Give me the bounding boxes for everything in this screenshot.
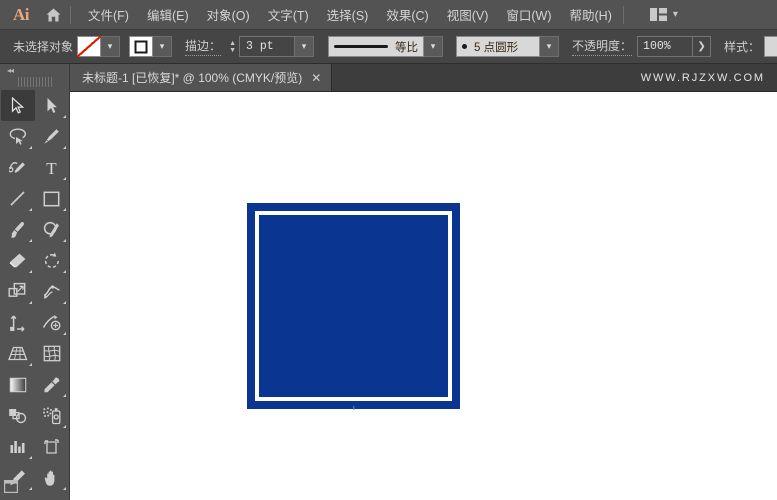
svg-text:T: T [46,159,57,176]
brush-definition-label: 5 点圆形 [474,41,519,54]
document-tab-title: 未标题-1 [已恢复]* @ 100% (CMYK/预览) [82,71,303,85]
graphic-style-swatch[interactable] [764,36,777,57]
opacity-label[interactable]: 不透明度： [572,37,633,56]
stroke-profile-combo[interactable]: 等比 [328,36,425,57]
selection-tool-icon[interactable] [0,90,35,121]
line-segment-tool-icon[interactable] [1,183,35,214]
tools-panel-header: ◂◂ [0,64,69,76]
brush-definition-control[interactable]: 5 点圆形 ▾ [456,36,560,57]
menu-edit[interactable]: 编辑(E) [138,1,198,28]
stroke-profile-control[interactable]: 等比 ▾ [328,36,444,57]
perspective-grid-tool-icon[interactable] [1,338,35,369]
stroke-weight-chevron-icon[interactable]: ▾ [295,36,315,57]
close-icon[interactable]: ✕ [311,71,321,85]
brush-definition-combo[interactable]: 5 点圆形 [456,36,541,57]
document-tab[interactable]: 未标题-1 [已恢复]* @ 100% (CMYK/预览) ✕ [70,64,333,91]
stroke-swatch[interactable] [129,36,154,57]
arrange-documents-icon [649,8,667,21]
type-tool-icon[interactable]: T [35,152,69,183]
opacity-control[interactable]: 100% ❯ [637,36,712,57]
direct-selection-tool-icon[interactable] [35,90,69,121]
opacity-input[interactable]: 100% [637,36,694,57]
column-graph-tool-icon[interactable] [1,431,35,462]
stroke-color-control[interactable]: ▾ [129,36,173,57]
artwork-square[interactable] [247,203,460,410]
stroke-weight-control[interactable]: ▲ ▼ 3 pt ▾ [226,36,315,58]
menu-select[interactable]: 选择(S) [318,1,378,28]
document-tab-bar: 未标题-1 [已恢复]* @ 100% (CMYK/预览) ✕ WWW.RJZX… [0,64,777,92]
fill-dropdown-chevron-icon[interactable]: ▾ [101,36,121,57]
stroke-weight-label[interactable]: 描边： [185,37,222,56]
opacity-popup-arrow-icon[interactable]: ❯ [693,36,712,57]
hand-tool-icon[interactable] [35,462,69,493]
zoom-tool-icon[interactable] [1,493,35,500]
graphic-style-control[interactable]: ▾ [764,36,777,57]
rectangle-tool-icon[interactable] [35,183,69,214]
artwork-inner-white-border [255,211,452,401]
scale-tool-icon[interactable] [1,276,35,307]
tool-grid: T [0,90,69,500]
symbol-sprayer-tool-icon[interactable] [35,400,69,431]
arrange-documents-control[interactable]: ▾ [649,8,678,21]
home-icon[interactable] [38,7,68,23]
paintbrush-tool-icon[interactable] [1,214,35,245]
style-label: 样式： [724,40,761,54]
tool-grid-empty-slot [35,493,69,500]
collapse-panel-icon[interactable]: ◂◂ [7,66,14,75]
stroke-weight-input[interactable]: 3 pt [239,36,296,57]
selection-status-label: 未选择对象 [13,40,74,54]
stroke-profile-label: 等比 [395,41,419,54]
menu-help[interactable]: 帮助(H) [561,1,621,28]
chevron-down-icon: ▾ [672,9,678,20]
menu-window[interactable]: 窗口(W) [497,1,560,28]
mesh-tool-icon[interactable] [35,338,69,369]
artwork-anchor-point [352,406,355,410]
menu-effect[interactable]: 效果(C) [377,1,437,28]
rotate-tool-icon[interactable] [35,245,69,276]
menu-file[interactable]: 文件(F) [79,1,138,28]
tools-panel-grip[interactable] [17,77,52,87]
canvas-area[interactable] [70,92,777,500]
menu-divider-right [622,5,624,24]
lasso-tool-icon[interactable] [1,121,35,152]
menu-view[interactable]: 视图(V) [438,1,498,28]
eyedropper-tool-icon[interactable] [35,369,69,400]
fill-swatch[interactable] [77,36,102,57]
tools-panel: ◂◂ T [0,64,70,500]
width-tool-icon[interactable] [35,276,69,307]
shaper-tool-icon[interactable] [35,214,69,245]
stroke-profile-chevron-icon[interactable]: ▾ [424,36,444,57]
free-transform-tool-icon[interactable] [1,307,35,338]
gradient-tool-icon[interactable] [1,369,35,400]
control-bar: 未选择对象 ▾ ▾ 描边： ▲ ▼ 3 pt ▾ 等比 ▾ 5 点圆形 ▾ 不透… [0,29,777,64]
menu-divider [70,5,71,24]
illustrator-window: Ai 文件(F) 编辑(E) 对象(O) 文字(T) 选择(S) 效果(C) 视… [0,0,777,500]
menu-type[interactable]: 文字(T) [259,1,318,28]
menu-object[interactable]: 对象(O) [198,1,259,28]
stroke-dropdown-chevron-icon[interactable]: ▾ [153,36,173,57]
watermark-text: WWW.RJZXW.COM [640,71,765,84]
app-logo: Ai [13,4,30,24]
stroke-weight-stepper-icon[interactable]: ▲ ▼ [226,36,239,58]
pen-tool-icon[interactable] [35,121,69,152]
menu-items: 文件(F) 编辑(E) 对象(O) 文字(T) 选择(S) 效果(C) 视图(V… [79,1,621,28]
curvature-tool-icon[interactable] [1,152,35,183]
eraser-tool-icon[interactable] [1,245,35,276]
blend-tool-icon[interactable] [1,400,35,431]
stroke-profile-line-icon [334,45,389,48]
brush-dot-icon [462,44,468,49]
menu-bar: Ai 文件(F) 编辑(E) 对象(O) 文字(T) 选择(S) 效果(C) 视… [0,0,777,29]
artboard-tool-icon[interactable] [35,431,69,462]
shape-builder-tool-icon[interactable] [35,307,69,338]
change-screen-mode-icon[interactable] [4,480,19,494]
brush-definition-chevron-icon[interactable]: ▾ [540,36,560,57]
fill-control[interactable]: ▾ [77,36,121,57]
